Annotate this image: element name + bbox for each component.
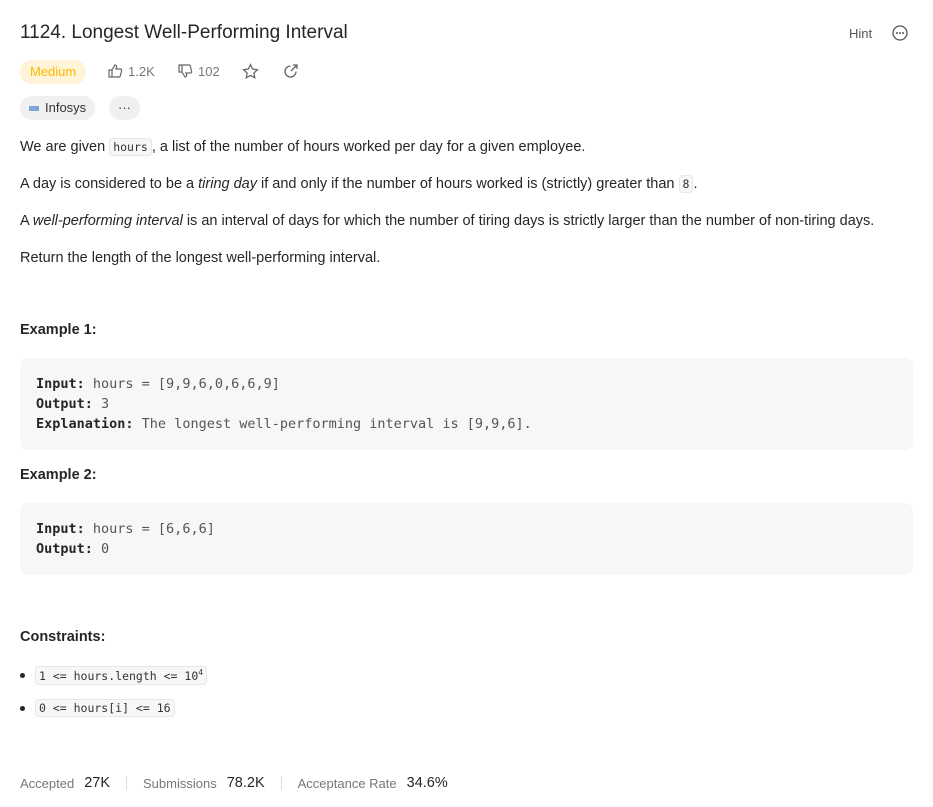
share-icon[interactable]: [283, 63, 299, 79]
like-button[interactable]: 1.2K: [107, 63, 155, 79]
stats-footer: Accepted 27K Submissions 78.2K Acceptance …: [20, 775, 448, 791]
example-2-block: Input: hours = [6,6,6] Output: 0: [20, 503, 913, 575]
description-p3: A well-performing interval is an interva…: [20, 213, 875, 229]
thumbs-up-icon: [108, 64, 123, 78]
difficulty-badge: Medium: [20, 60, 87, 84]
constraint-item: 1 <= hours.length <= 104: [20, 666, 208, 685]
infosys-logo-icon: [29, 105, 39, 111]
more-options-icon[interactable]: [892, 25, 908, 41]
dislike-button[interactable]: 102: [177, 63, 220, 79]
hint-button[interactable]: Hint: [849, 26, 872, 41]
like-count: 1.2K: [128, 63, 155, 79]
dislike-count: 102: [198, 63, 220, 79]
example-1-title: Example 1:: [20, 322, 97, 338]
more-tags-button[interactable]: ···: [109, 96, 140, 120]
thumbs-down-icon: [178, 64, 193, 78]
example-1-block: Input: hours = [9,9,6,0,6,6,9] Output: 3…: [20, 358, 913, 450]
problem-title: 1124. Longest Well-Performing Interval: [20, 22, 348, 43]
example-2-title: Example 2:: [20, 467, 97, 483]
description-p1: We are given hours, a list of the number…: [20, 138, 586, 156]
star-icon[interactable]: [242, 63, 259, 80]
constraint-item: 0 <= hours[i] <= 16: [20, 699, 175, 717]
description-p4: Return the length of the longest well-pe…: [20, 250, 381, 266]
company-tag-infosys[interactable]: Infosys: [20, 96, 96, 120]
description-p2: A day is considered to be a tiring day i…: [20, 175, 698, 193]
constraints-title: Constraints:: [20, 629, 106, 645]
